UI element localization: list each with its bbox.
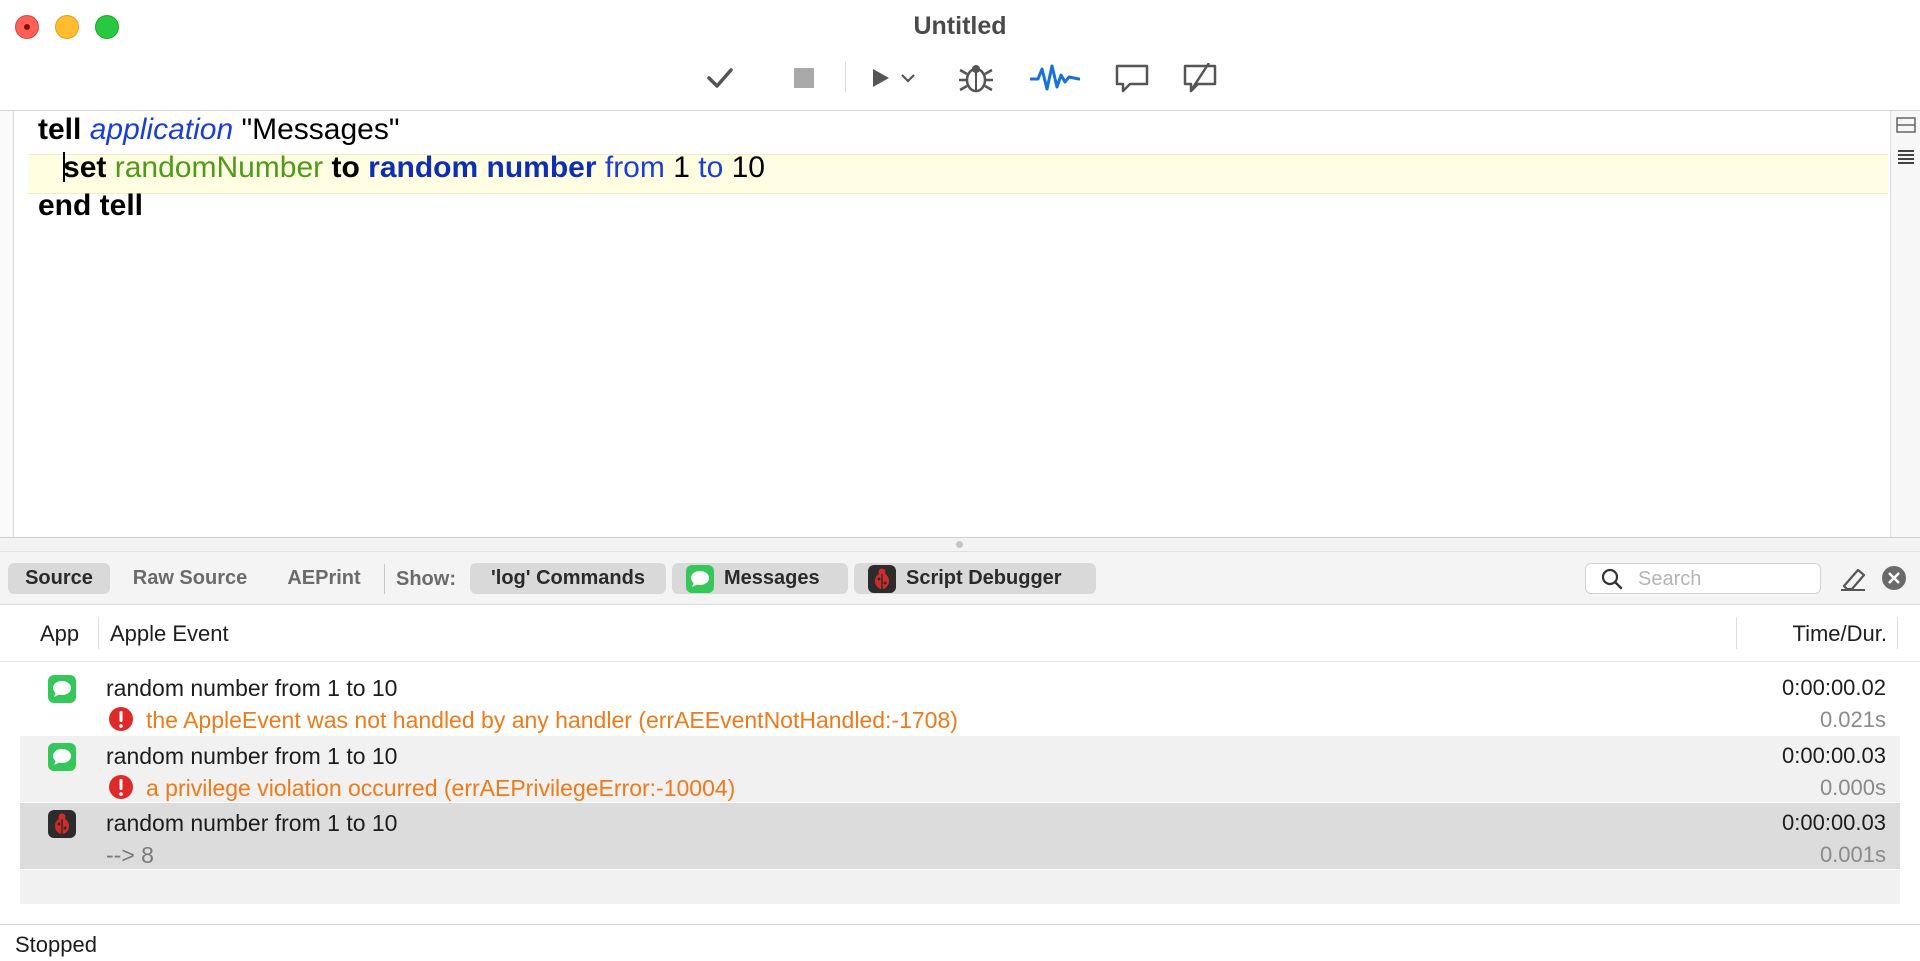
column-divider[interactable] — [98, 617, 99, 649]
keyword-end-tell: end tell — [38, 189, 144, 222]
column-app[interactable]: App — [40, 621, 79, 647]
script-debugger-app-icon — [48, 810, 76, 838]
error-text: the AppleEvent was not handled by any ha… — [146, 707, 958, 733]
messages-app-icon — [48, 743, 76, 771]
checkmark-icon — [707, 68, 733, 88]
log-toolbar: Source Raw Source AEPrint Show: 'log' Co… — [0, 552, 1920, 605]
window-title: Untitled — [913, 12, 1007, 40]
result-text: --> 8 — [106, 842, 154, 868]
bug-icon — [959, 65, 993, 93]
status-text: Stopped — [15, 932, 97, 957]
keyword-tell: tell — [38, 113, 82, 146]
time-value: 0:00:00.02 — [1782, 675, 1886, 700]
source-tab[interactable]: Source — [8, 563, 110, 594]
number-1: 1 — [673, 151, 690, 184]
compile-button[interactable] — [700, 58, 740, 98]
error-icon — [109, 707, 133, 731]
code-line-3[interactable]: end tell — [38, 187, 765, 225]
column-divider[interactable] — [1736, 617, 1737, 649]
toolbar-divider — [384, 564, 385, 594]
duration-value: 0.001s — [1819, 842, 1886, 867]
search-input[interactable] — [1636, 566, 1810, 592]
debugger-button[interactable] — [954, 58, 998, 98]
pane-splitter[interactable] — [0, 537, 1920, 552]
duration-value: 0.000s — [1819, 775, 1886, 800]
param-from: from — [604, 151, 665, 184]
code-text[interactable]: tell application "Messages" set randomNu… — [38, 111, 765, 225]
table-row[interactable]: random number from 1 to 10 the AppleEven… — [20, 668, 1900, 734]
search-field[interactable] — [1585, 563, 1821, 594]
messages-filter-label: Messages — [724, 567, 820, 589]
time-value: 0:00:00.03 — [1782, 810, 1886, 835]
aeprint-tab[interactable]: AEPrint — [276, 563, 372, 594]
duration-value: 0.021s — [1819, 707, 1886, 732]
splitter-grip-icon[interactable] — [956, 541, 963, 548]
script-debugger-filter-label: Script Debugger — [906, 567, 1062, 589]
toolbar-separator — [845, 62, 846, 92]
play-icon — [873, 69, 889, 87]
run-button[interactable] — [862, 58, 922, 98]
waveform-icon — [1030, 64, 1080, 91]
script-debugger-app-icon — [868, 564, 896, 593]
empty-row — [20, 870, 1900, 904]
comment-icon — [1115, 64, 1149, 93]
split-view-icon[interactable] — [1896, 117, 1916, 133]
outline-icon[interactable] — [1896, 148, 1916, 168]
status-bar: Stopped — [0, 924, 1920, 961]
log-button[interactable] — [1029, 58, 1081, 98]
navigation-bar — [1890, 111, 1920, 537]
script-editor[interactable]: tell application "Messages" set randomNu… — [0, 111, 1920, 537]
table-row[interactable]: random number from 1 to 10 a privilege v… — [20, 736, 1900, 802]
window-titlebar: Untitled — [0, 0, 1920, 111]
param-to: to — [698, 151, 724, 184]
table-row[interactable]: random number from 1 to 10 --> 8 0:00:00… — [20, 803, 1900, 869]
raw-source-tab[interactable]: Raw Source — [122, 563, 258, 594]
uncomment-button[interactable] — [1180, 58, 1220, 98]
editor-gutter — [0, 111, 14, 537]
number-10: 10 — [731, 151, 765, 184]
code-line-1[interactable]: tell application "Messages" — [38, 111, 765, 149]
error-icon — [109, 775, 133, 799]
variable-randomNumber: randomNumber — [114, 151, 324, 184]
log-commands-filter[interactable]: 'log' Commands — [470, 563, 666, 594]
uncomment-icon — [1183, 63, 1217, 93]
search-icon — [1601, 568, 1623, 590]
show-label: Show: — [396, 568, 456, 590]
chevron-down-icon — [901, 74, 915, 83]
script-debugger-filter[interactable]: Script Debugger — [854, 563, 1096, 594]
command-random-number: random number — [368, 151, 597, 184]
string-messages: "Messages" — [241, 113, 400, 146]
event-text: random number from 1 to 10 — [106, 810, 398, 836]
keyword-to: to — [331, 151, 360, 184]
comment-button[interactable] — [1112, 58, 1152, 98]
log-table-header: App Apple Event Time/Dur. — [0, 605, 1920, 662]
event-text: random number from 1 to 10 — [106, 675, 398, 701]
messages-app-icon — [686, 564, 714, 593]
close-log-icon[interactable] — [1881, 565, 1907, 591]
column-apple-event[interactable]: Apple Event — [110, 621, 229, 647]
event-text: random number from 1 to 10 — [106, 743, 398, 769]
stop-icon — [794, 68, 814, 88]
column-divider — [1897, 617, 1898, 649]
messages-filter[interactable]: Messages — [672, 563, 848, 594]
time-value: 0:00:00.03 — [1782, 743, 1886, 768]
clear-log-icon[interactable] — [1838, 564, 1868, 592]
column-time-duration[interactable]: Time/Dur. — [1792, 621, 1887, 647]
stop-button[interactable] — [784, 58, 824, 98]
error-text: a privilege violation occurred (errAEPri… — [146, 775, 736, 801]
messages-app-icon — [48, 675, 76, 703]
code-line-2[interactable]: set randomNumber to random number from 1… — [38, 149, 765, 187]
keyword-set: set — [63, 151, 107, 184]
class-application: application — [89, 113, 234, 146]
